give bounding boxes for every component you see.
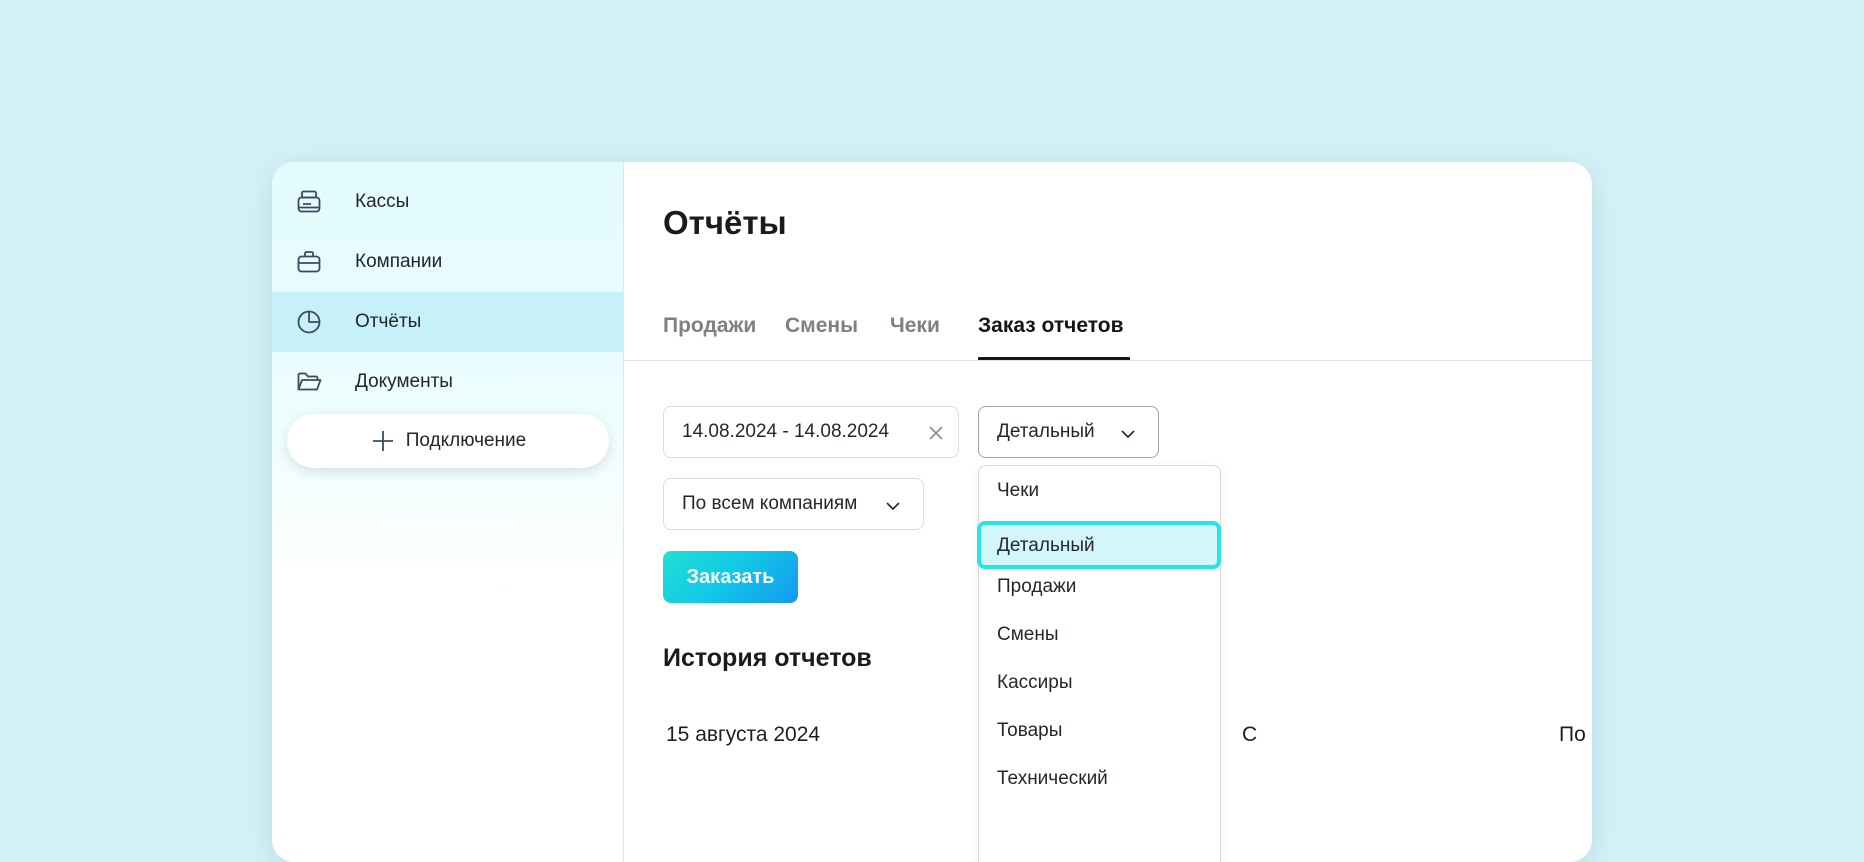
tab-divider <box>624 360 1592 361</box>
company-value: По всем компаниям <box>682 493 858 514</box>
sidebar-item-documents[interactable]: Документы <box>272 352 623 412</box>
option-label: Товары <box>997 720 1063 741</box>
tab-shifts[interactable]: Смены <box>785 314 858 338</box>
plus-icon <box>372 431 393 451</box>
sidebar-item-label: Отчёты <box>355 311 422 332</box>
sidebar-item-label: Документы <box>355 371 453 392</box>
dropdown-option-receipts[interactable]: Чеки <box>979 466 1220 514</box>
history-date: 15 августа 2024 <box>666 723 821 746</box>
dropdown-option-cashiers[interactable]: Кассиры <box>979 658 1220 706</box>
page-title: Отчёты <box>663 204 787 241</box>
add-connection-label: Подключение <box>405 430 527 451</box>
sidebar-item-reports[interactable]: Отчёты <box>272 292 623 352</box>
dropdown-option-sales[interactable]: Продажи <box>979 562 1220 610</box>
sidebar-item-label: Компании <box>355 251 443 272</box>
cash-register-icon <box>296 189 322 215</box>
date-range-field[interactable]: 14.08.2024 - 14.08.2024 <box>663 406 959 458</box>
history-company: По всем компаниям <box>1559 723 1592 746</box>
history-type: С <box>1242 723 1258 746</box>
tab-order-reports[interactable]: Заказ отчетов <box>978 314 1123 338</box>
app-window: Кассы Компании Отчёты Документы Подключе… <box>272 162 1592 862</box>
dropdown-option-technical[interactable]: Технический <box>979 754 1220 802</box>
sidebar: Кассы Компании Отчёты Документы Подключе… <box>272 162 624 862</box>
report-type-dropdown: Чеки Детальный Продажи Смены Кассиры Тов… <box>977 465 1221 862</box>
option-label: Технический <box>997 768 1108 789</box>
sidebar-item-companies[interactable]: Компании <box>272 232 623 292</box>
history-title: История отчетов <box>663 644 872 672</box>
chevron-down-icon <box>886 502 900 511</box>
chevron-down-icon <box>1121 430 1135 439</box>
briefcase-icon <box>296 249 322 275</box>
close-icon[interactable] <box>926 423 946 443</box>
option-label: Смены <box>997 624 1059 645</box>
option-label: Детальный <box>997 535 1095 556</box>
report-type-value: Детальный <box>997 421 1095 442</box>
option-label: Кассиры <box>997 672 1073 693</box>
dropdown-option-goods[interactable]: Товары <box>979 706 1220 754</box>
add-connection-button[interactable]: Подключение <box>287 414 609 468</box>
sidebar-item-cash-registers[interactable]: Кассы <box>272 172 623 232</box>
tab-sales[interactable]: Продажи <box>663 314 756 338</box>
sidebar-item-label: Кассы <box>355 191 410 212</box>
company-select[interactable]: По всем компаниям <box>663 478 924 530</box>
option-label: Продажи <box>997 576 1077 597</box>
main-content: Отчёты Продажи Смены Чеки Заказ отчетов … <box>624 162 1592 862</box>
folder-icon <box>296 369 322 395</box>
pie-chart-icon <box>296 309 322 335</box>
order-button[interactable]: Заказать <box>663 551 798 603</box>
report-type-select[interactable]: Детальный <box>978 406 1159 458</box>
dropdown-option-shifts[interactable]: Смены <box>979 610 1220 658</box>
option-label: Чеки <box>997 480 1040 501</box>
tab-receipts[interactable]: Чеки <box>890 314 940 338</box>
date-range-value: 14.08.2024 - 14.08.2024 <box>682 421 890 442</box>
